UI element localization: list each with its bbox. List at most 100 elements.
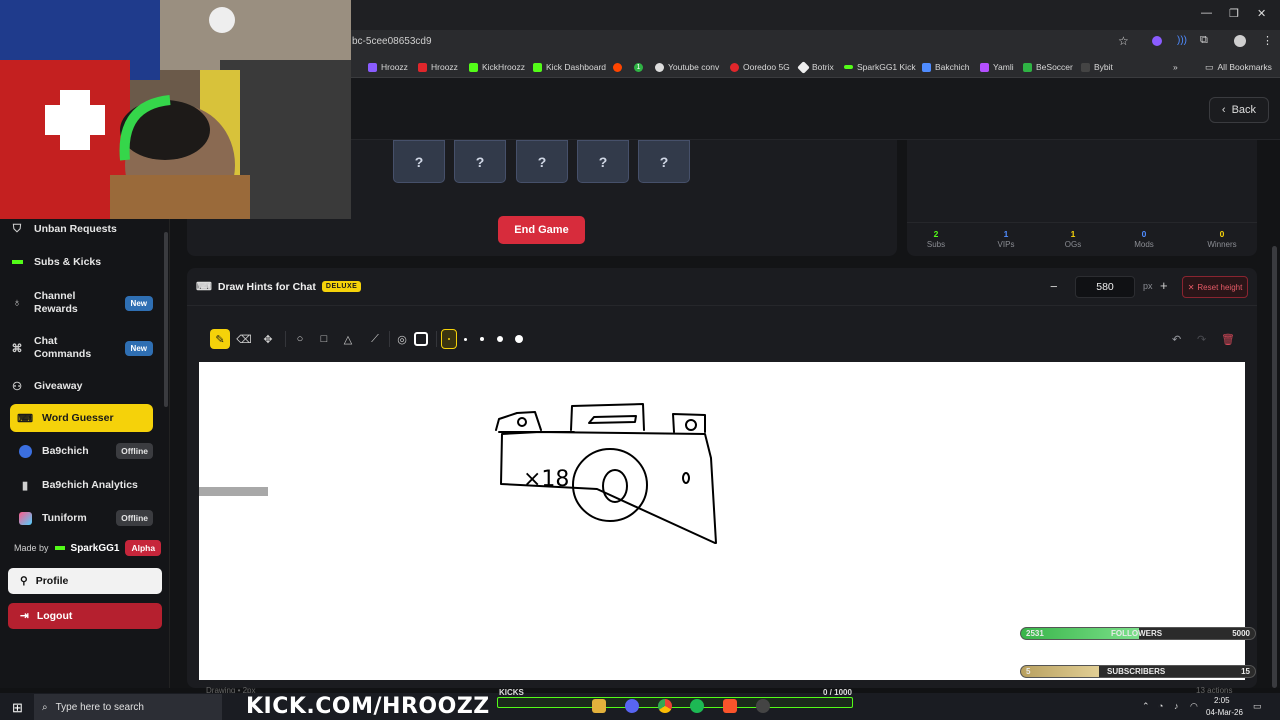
- sidebar-item-word-guesser[interactable]: ⌨ Word Guesser: [10, 404, 153, 432]
- stat-subs: 2 Subs: [926, 229, 946, 249]
- discord-icon[interactable]: [625, 699, 639, 713]
- sidebar-item-chat-commands[interactable]: ⌘ Chat Commands New: [10, 334, 153, 362]
- webcam-overlay: [0, 0, 351, 219]
- bookmark-item[interactable]: Kick Dashboard: [533, 60, 606, 74]
- height-increase-button[interactable]: +: [1160, 278, 1168, 293]
- toolbar-separator: [285, 331, 286, 347]
- bookmark-item[interactable]: BeSoccer: [1023, 60, 1073, 74]
- gift-icon: ⚇: [12, 380, 22, 393]
- extension-icon[interactable]: [1152, 36, 1162, 46]
- triangle-tool-button[interactable]: △: [338, 329, 358, 349]
- kick-url-banner: KICK.COM/HROOZZ: [246, 694, 490, 719]
- trash-icon[interactable]: 🗑: [1221, 333, 1235, 346]
- eraser-tool-button[interactable]: ⌫: [234, 329, 254, 349]
- address-text[interactable]: bc-5cee08653cd9: [352, 36, 432, 47]
- pencil-icon: ✎: [215, 333, 225, 346]
- sidebar-item-tuniform[interactable]: Tuniform Offline: [10, 510, 153, 526]
- brush-size-2-button[interactable]: [464, 338, 467, 341]
- page-scrollbar[interactable]: [1272, 246, 1277, 688]
- clock-date: 04-Mar-26: [1206, 708, 1243, 717]
- extensions-puzzle-icon[interactable]: ⧉: [1200, 34, 1208, 47]
- kicks-goal-label: KICKS: [499, 688, 524, 697]
- bookmark-item[interactable]: Yamli: [980, 60, 1014, 74]
- bookmark-item[interactable]: KickHroozz: [469, 60, 525, 74]
- end-game-button[interactable]: End Game: [498, 216, 585, 244]
- palette-button[interactable]: ◎: [392, 329, 412, 349]
- move-tool-button[interactable]: ✥: [258, 329, 278, 349]
- obs-icon[interactable]: [756, 699, 770, 713]
- brush-size-4-button[interactable]: [497, 336, 503, 342]
- chrome-icon[interactable]: [658, 699, 672, 713]
- bookmark-item[interactable]: Youtube conv: [655, 60, 719, 74]
- bookmark-item[interactable]: 1: [634, 60, 643, 74]
- close-icon[interactable]: ✕: [1257, 7, 1266, 20]
- bookmark-item[interactable]: Botrix: [797, 60, 834, 74]
- undo-icon[interactable]: ↶: [1172, 333, 1181, 346]
- reset-height-button[interactable]: ✕ Reset height: [1182, 276, 1248, 298]
- sidebar-item-giveaway[interactable]: ⚇ Giveaway: [10, 378, 153, 394]
- color-swatch-white[interactable]: [411, 329, 431, 349]
- windows-start-icon[interactable]: ⊞: [12, 700, 23, 716]
- brush-dot-icon: [448, 338, 450, 340]
- circle-tool-button[interactable]: ○: [290, 329, 310, 349]
- audio-extension-icon[interactable]: ))): [1177, 35, 1187, 46]
- clock-time: 2:05: [1214, 696, 1230, 705]
- bookmark-item[interactable]: Bakchich: [922, 60, 970, 74]
- besoccer-icon: [1023, 62, 1032, 72]
- bookmark-item[interactable]: Hroozz: [368, 60, 408, 74]
- hidden-letter-card: ?: [577, 140, 629, 183]
- kick-icon: [10, 255, 24, 269]
- profile-avatar-icon[interactable]: [1234, 35, 1246, 47]
- sidebar-item-ba9chich[interactable]: Ba9chich Offline: [10, 443, 153, 459]
- brush-size-5-button[interactable]: [515, 335, 523, 343]
- bybit-icon: [1081, 62, 1090, 72]
- bakchich-icon: [922, 62, 931, 72]
- canvas-height-input[interactable]: 580: [1075, 276, 1135, 298]
- height-decrease-button[interactable]: −: [1050, 279, 1058, 294]
- star-icon[interactable]: ☆: [1118, 34, 1129, 48]
- sidebar-item-channel-rewards[interactable]: ♁ Channel Rewards New: [10, 289, 153, 317]
- restore-icon[interactable]: ❐: [1229, 7, 1239, 20]
- profile-button[interactable]: ⚲ Profile: [8, 568, 162, 594]
- pencil-tool-button[interactable]: ✎: [210, 329, 230, 349]
- sidebar-item-unban-requests[interactable]: ⛉ Unban Requests: [10, 221, 153, 237]
- hidden-letter-card: ?: [516, 140, 568, 183]
- followers-goal-bar: 2531 FOLLOWERS 5000: [1020, 627, 1256, 640]
- bookmark-item[interactable]: SparkGG1 Kick: [844, 60, 916, 74]
- file-explorer-icon[interactable]: [592, 699, 606, 713]
- camera-knob-stroke: [517, 417, 527, 427]
- browser-menu-icon[interactable]: ⋮: [1262, 34, 1273, 47]
- back-button[interactable]: ‹ Back: [1209, 97, 1269, 123]
- volume-icon[interactable]: ♪: [1174, 701, 1179, 711]
- rectangle-tool-button[interactable]: □: [314, 329, 334, 349]
- bookmark-item[interactable]: Bybit: [1081, 60, 1113, 74]
- spotify-icon[interactable]: [690, 699, 704, 713]
- logout-button[interactable]: ⇥ Logout: [8, 603, 162, 629]
- eraser-icon: ⌫: [236, 333, 252, 346]
- sidebar-item-subs-kicks[interactable]: Subs & Kicks: [10, 254, 153, 270]
- sketch-label: ×18: [523, 467, 569, 492]
- toolbar-separator: [389, 331, 390, 347]
- wifi-icon[interactable]: ◠: [1190, 701, 1198, 712]
- botrix-icon: [797, 60, 810, 74]
- network-icon[interactable]: ◔: [1158, 701, 1163, 711]
- bookmark-item[interactable]: [613, 60, 622, 74]
- brush-size-3-button[interactable]: [480, 337, 484, 341]
- line-tool-button[interactable]: ⟋: [365, 329, 385, 349]
- sidebar-scrollbar[interactable]: [164, 232, 168, 407]
- sidebar-item-ba9chich-analytics[interactable]: ▮ Ba9chich Analytics: [10, 477, 153, 493]
- redo-icon[interactable]: ↷: [1197, 333, 1206, 346]
- close-icon: ✕: [1187, 282, 1195, 292]
- taskbar-search-input[interactable]: ⌕ Type here to search: [34, 694, 222, 720]
- brave-icon[interactable]: [723, 699, 737, 713]
- ooredoo-icon: [730, 62, 739, 72]
- tray-chevron-icon[interactable]: ⌃: [1142, 701, 1150, 712]
- bookmark-item[interactable]: Ooredoo 5G: [730, 60, 790, 74]
- stat-winners: 0 Winners: [1207, 229, 1237, 249]
- minimize-icon[interactable]: —: [1201, 7, 1212, 19]
- more-bookmarks-icon[interactable]: »: [1173, 60, 1178, 74]
- offline-badge: Offline: [116, 443, 153, 459]
- notification-icon[interactable]: ▭: [1253, 701, 1262, 712]
- all-bookmarks[interactable]: ▭ All Bookmarks: [1205, 60, 1272, 74]
- bookmark-item[interactable]: Hroozz: [418, 60, 458, 74]
